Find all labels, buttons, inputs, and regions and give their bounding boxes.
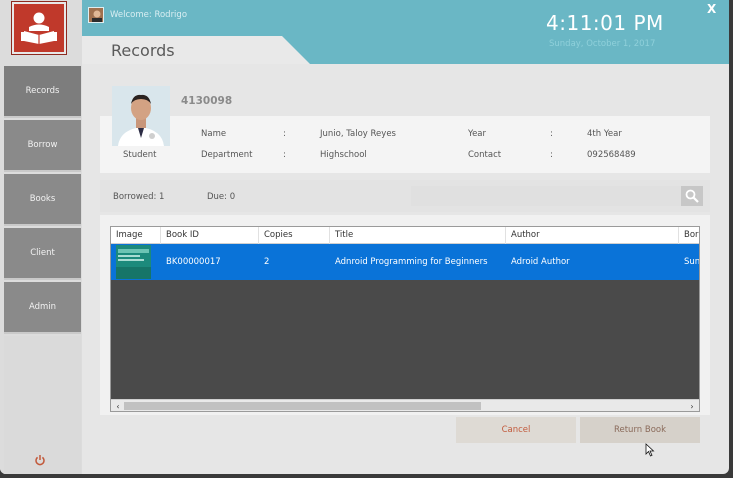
search-input[interactable]	[411, 186, 681, 206]
mouse-cursor-icon	[645, 443, 655, 457]
cell-copies: 2	[264, 257, 270, 267]
column-header-image[interactable]: Image	[111, 227, 161, 244]
student-info-panel	[100, 116, 710, 173]
column-header-borrowed[interactable]: Borr	[679, 227, 699, 244]
page-title: Records	[111, 41, 175, 60]
department-label: Department	[201, 150, 253, 160]
welcome-text: Welcome: Rodrigo	[110, 10, 188, 20]
sidebar-item-books[interactable]: Books	[4, 174, 81, 226]
clock-date: Sunday, October 1, 2017	[549, 39, 656, 49]
search-icon	[685, 189, 699, 203]
sidebar: Records Borrow Books Client Admin	[0, 0, 82, 474]
column-header-title[interactable]: Title	[330, 227, 506, 244]
year-label: Year	[468, 129, 486, 139]
close-button[interactable]: X	[707, 2, 716, 16]
due-count: Due: 0	[207, 192, 236, 202]
student-photo	[112, 86, 170, 146]
scroll-right-icon[interactable]: ›	[687, 401, 697, 411]
contact-label: Contact	[468, 150, 502, 160]
horizontal-scrollbar[interactable]: ‹ ›	[111, 399, 699, 411]
department-separator: :	[283, 150, 286, 160]
cancel-button[interactable]: Cancel	[456, 417, 576, 443]
column-header-copies[interactable]: Copies	[259, 227, 330, 244]
borrowed-count: Borrowed: 1	[113, 192, 165, 202]
app-logo	[11, 1, 67, 55]
scrollbar-thumb[interactable]	[124, 402, 481, 410]
sidebar-item-records[interactable]: Records	[4, 66, 81, 118]
name-label: Name	[201, 129, 227, 139]
year-separator: :	[550, 129, 553, 139]
cell-book-id: BK00000017	[166, 257, 221, 267]
cell-author: Adroid Author	[511, 257, 570, 267]
student-role-label: Student	[123, 150, 157, 160]
year-value: 4th Year	[587, 129, 622, 139]
student-id: 4130098	[181, 95, 233, 107]
search-button[interactable]	[681, 186, 703, 206]
cell-borrowed: Sun	[684, 257, 700, 267]
reader-icon	[21, 12, 57, 44]
contact-value: 092568489	[587, 150, 636, 160]
scroll-left-icon[interactable]: ‹	[113, 401, 123, 411]
column-header-author[interactable]: Author	[506, 227, 679, 244]
sidebar-item-client[interactable]: Client	[4, 228, 81, 280]
cell-title: Adnroid Programming for Beginners	[335, 257, 488, 267]
return-book-button[interactable]: Return Book	[580, 417, 700, 443]
power-icon[interactable]	[33, 453, 47, 467]
contact-separator: :	[550, 150, 553, 160]
sidebar-item-admin[interactable]: Admin	[4, 282, 81, 334]
books-table[interactable]: Image Book ID Copies Title Author Borr B…	[110, 226, 700, 412]
column-header-book-id[interactable]: Book ID	[161, 227, 259, 244]
table-row[interactable]: BK00000017 2 Adnroid Programming for Beg…	[111, 244, 700, 280]
name-separator: :	[283, 129, 286, 139]
app-window: Welcome: Rodrigo 4:11:01 PM Sunday, Octo…	[0, 0, 729, 474]
sidebar-item-borrow[interactable]: Borrow	[4, 120, 81, 172]
book-cover-image	[116, 245, 151, 279]
table-header: Image Book ID Copies Title Author Borr	[111, 227, 699, 244]
user-avatar	[88, 7, 104, 23]
clock-time: 4:11:01 PM	[546, 11, 664, 35]
department-value: Highschool	[320, 150, 367, 160]
name-value: Junio, Taloy Reyes	[320, 129, 396, 139]
